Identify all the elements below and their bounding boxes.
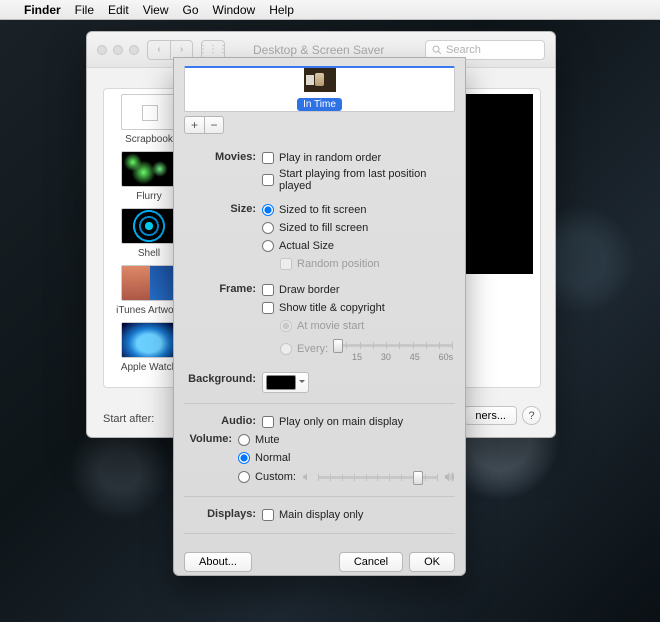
app-menu[interactable]: Finder (24, 3, 61, 17)
start-after-label: Start after: (103, 413, 154, 425)
thumb-flurry (121, 151, 177, 187)
size-fit-radio[interactable]: Sized to fit screen (262, 202, 455, 218)
opt-label: Mute (255, 434, 279, 446)
volume-low-icon (301, 471, 313, 483)
thumb-scrapbook (121, 94, 177, 130)
menu-edit[interactable]: Edit (108, 3, 129, 17)
every-slider (333, 336, 453, 354)
forward-button[interactable]: › (170, 41, 192, 59)
opt-label: Normal (255, 452, 290, 464)
thumb-itunes (121, 265, 177, 301)
size-fill-radio[interactable]: Sized to fill screen (262, 220, 455, 236)
main-display-only-audio-checkbox[interactable]: Play only on main display (262, 414, 455, 430)
about-button[interactable]: About... (184, 552, 252, 572)
cancel-button[interactable]: Cancel (339, 552, 403, 572)
opt-label: Show title & copyright (279, 302, 385, 314)
close-window-button[interactable] (97, 45, 107, 55)
remove-movie-button[interactable]: − (204, 116, 224, 134)
volume-custom-radio[interactable] (238, 471, 250, 483)
sheet-footer: About... Cancel OK (184, 544, 455, 572)
menubar: Finder File Edit View Go Window Help (0, 0, 660, 20)
minimize-window-button[interactable] (113, 45, 123, 55)
options-form: Movies: Play in random order Start playi… (184, 140, 455, 544)
opt-label: Sized to fit screen (279, 204, 366, 216)
help-button[interactable]: ? (522, 406, 541, 425)
main-display-only-checkbox[interactable]: Main display only (262, 507, 455, 523)
menu-file[interactable]: File (75, 3, 94, 17)
audio-label: Audio: (184, 414, 262, 427)
every-row: Every: 15 30 45 60s (280, 336, 455, 362)
menu-help[interactable]: Help (269, 3, 294, 17)
thumb-shell (121, 208, 177, 244)
opt-label: Custom: (255, 471, 296, 483)
window-title: Desktop & Screen Saver (253, 43, 384, 57)
add-remove-group: + − (184, 116, 455, 134)
screensaver-options-sheet: In Time + − Movies: Play in random order… (173, 57, 466, 576)
divider-1 (184, 403, 455, 404)
opt-label: Sized to fill screen (279, 222, 368, 234)
opt-label: Random position (297, 258, 380, 270)
menu-window[interactable]: Window (213, 3, 256, 17)
background-color-picker[interactable] (262, 372, 309, 393)
background-label: Background: (184, 372, 262, 385)
at-movie-start-radio: At movie start (280, 318, 455, 334)
screensaver-label: Scrapbook (125, 134, 173, 145)
volume-mute-radio[interactable]: Mute (238, 432, 455, 448)
search-icon (432, 45, 442, 55)
opt-label: Actual Size (279, 240, 334, 252)
zoom-window-button[interactable] (129, 45, 139, 55)
opt-label: At movie start (297, 320, 364, 332)
divider-2 (184, 496, 455, 497)
divider-3 (184, 533, 455, 534)
random-position-checkbox: Random position (280, 256, 455, 272)
menu-view[interactable]: View (143, 3, 169, 17)
size-label: Size: (184, 202, 262, 215)
screensaver-label: Flurry (136, 191, 162, 202)
add-movie-button[interactable]: + (184, 116, 204, 134)
opt-label: Start playing from last position played (279, 168, 455, 192)
show-title-checkbox[interactable]: Show title & copyright (262, 300, 455, 316)
opt-label: Play in random order (279, 152, 381, 164)
volume-high-icon (443, 471, 455, 483)
slider-knob[interactable] (413, 471, 423, 485)
resume-checkbox[interactable]: Start playing from last position played (262, 168, 455, 192)
frame-label: Frame: (184, 282, 262, 295)
draw-border-checkbox[interactable]: Draw border (262, 282, 455, 298)
volume-label: Volume: (184, 432, 238, 445)
back-button[interactable]: ‹ (148, 41, 170, 59)
movie-title-badge: In Time (297, 98, 342, 111)
movie-well[interactable]: In Time (184, 66, 455, 112)
volume-normal-radio[interactable]: Normal (238, 450, 455, 466)
opt-label: Main display only (279, 509, 363, 521)
opt-label: Every: (297, 343, 328, 355)
menu-go[interactable]: Go (183, 3, 199, 17)
opt-label: Play only on main display (279, 416, 403, 428)
volume-slider[interactable] (318, 468, 438, 486)
size-actual-radio[interactable]: Actual Size (262, 238, 455, 254)
thumb-watch (121, 322, 177, 358)
volume-custom-row[interactable]: Custom: (238, 468, 455, 486)
play-random-checkbox[interactable]: Play in random order (262, 150, 455, 166)
screensaver-label: Apple Watch (121, 362, 177, 373)
slider-knob (333, 339, 343, 353)
movies-label: Movies: (184, 150, 262, 163)
displays-label: Displays: (184, 507, 262, 520)
screensaver-label: iTunes Artwork (116, 305, 182, 316)
every-radio (280, 343, 292, 355)
opt-label: Draw border (279, 284, 340, 296)
search-placeholder: Search (446, 44, 481, 56)
background-swatch (266, 375, 296, 390)
movie-thumbnail[interactable] (304, 68, 336, 92)
ok-button[interactable]: OK (409, 552, 455, 572)
hot-corners-button[interactable]: ners... (464, 406, 517, 425)
screensaver-label: Shell (138, 248, 160, 259)
traffic-lights (97, 45, 139, 55)
